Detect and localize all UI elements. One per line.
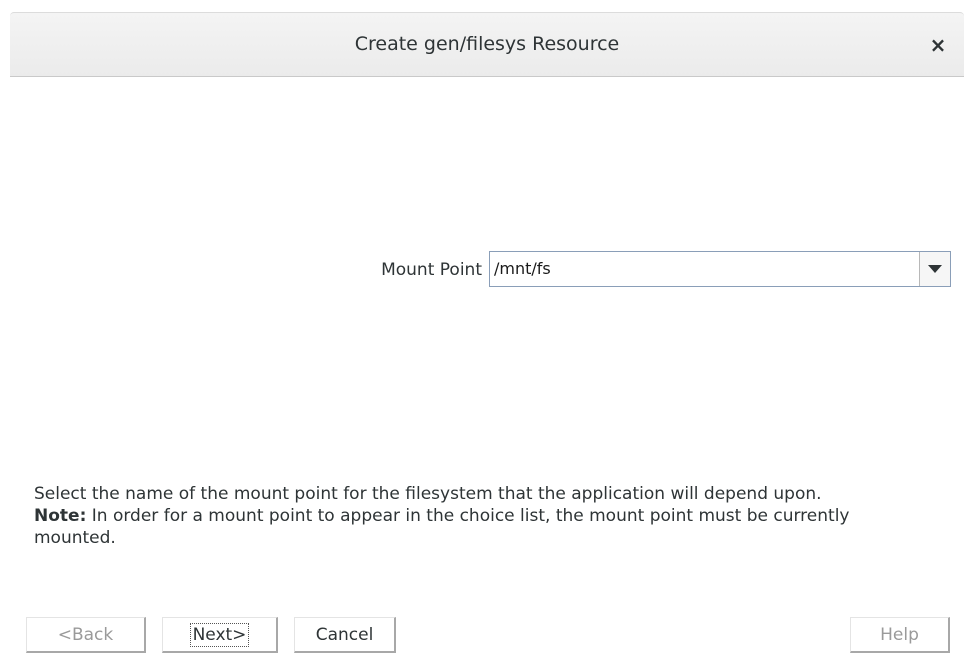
dialog-title: Create gen/filesys Resource	[354, 33, 620, 55]
help-description: Select the name of the mount point for t…	[34, 484, 822, 504]
dropdown-button[interactable]	[919, 252, 950, 286]
chevron-down-icon	[928, 265, 942, 273]
note-label: Note:	[34, 506, 87, 526]
mount-point-value[interactable]: /mnt/fs	[494, 252, 551, 286]
help-text: Select the name of the mount point for t…	[34, 483, 934, 549]
mount-point-combobox[interactable]: /mnt/fs	[489, 251, 951, 287]
next-button[interactable]: Next>	[162, 617, 278, 653]
next-button-label: Next>	[189, 623, 250, 647]
create-resource-dialog: Create gen/filesys Resource × Mount Poin…	[10, 8, 964, 663]
help-note: Note: In order for a mount point to appe…	[34, 505, 934, 549]
titlebar: Create gen/filesys Resource ×	[10, 12, 964, 77]
back-button[interactable]: <Back	[26, 617, 146, 653]
help-button[interactable]: Help	[850, 617, 950, 653]
mount-point-label: Mount Point	[381, 260, 482, 280]
close-icon[interactable]: ×	[924, 31, 952, 59]
cancel-button[interactable]: Cancel	[294, 617, 396, 653]
note-text: In order for a mount point to appear in …	[34, 506, 850, 548]
